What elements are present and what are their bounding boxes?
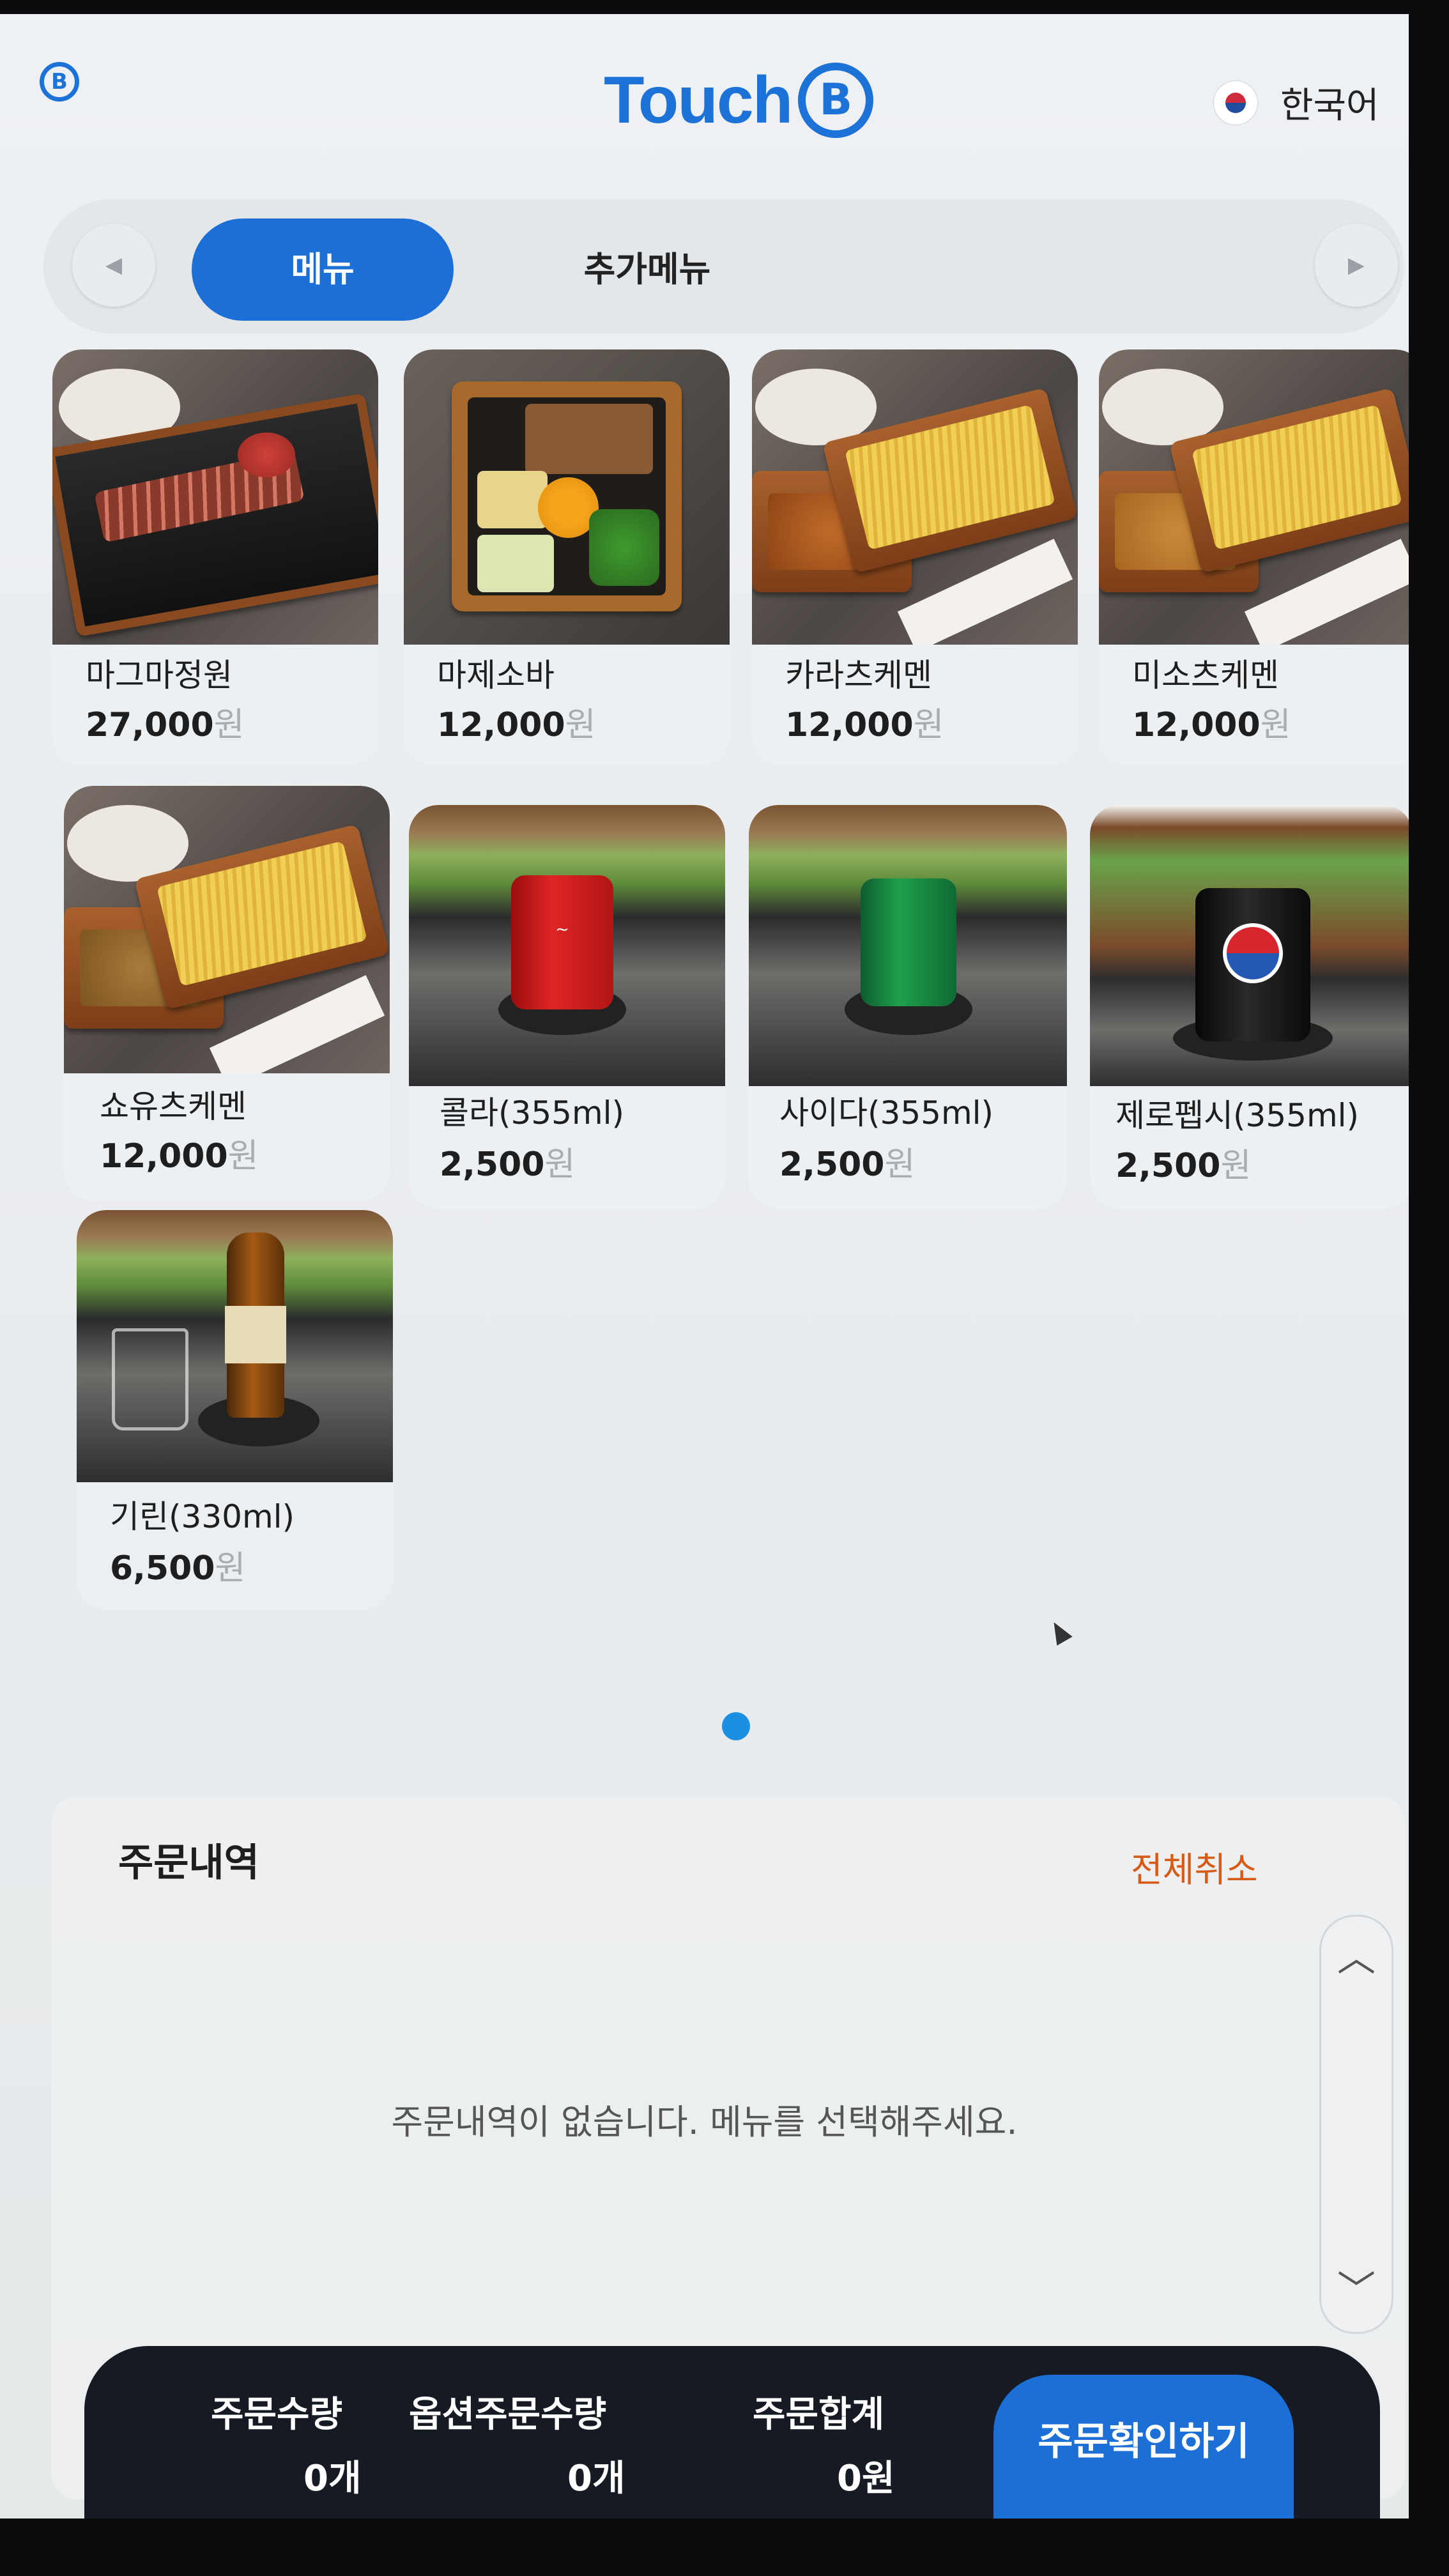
menu-item-image <box>77 1210 393 1482</box>
small-logo-icon[interactable]: B <box>40 62 79 102</box>
menu-item-image <box>404 349 730 645</box>
menu-item-price: 2,500원 <box>440 1146 576 1184</box>
menu-item-cola[interactable]: ~ 콜라(355ml) 2,500원 <box>409 805 725 1209</box>
menu-item-name: 카라츠케멘 <box>785 657 932 694</box>
tab-extra-menu[interactable]: 추가메뉴 <box>516 218 778 321</box>
language-label: 한국어 <box>1280 85 1379 126</box>
menu-item-image <box>752 349 1078 645</box>
menu-item-kirin[interactable]: 기린(330ml) 6,500원 <box>77 1210 393 1609</box>
menu-item-name: 기린(330ml) <box>110 1498 295 1535</box>
menu-item-name: 콜라(355ml) <box>440 1094 625 1131</box>
menu-item-image: ~ <box>409 805 725 1086</box>
menu-item-karatsukemen[interactable]: 카라츠케멘 12,000원 <box>752 349 1078 765</box>
menu-item-zero-pepsi[interactable]: 제로펩시(355ml) 2,500원 <box>1090 805 1409 1209</box>
brand-mark-icon: B <box>798 63 874 138</box>
tab-next-arrow-icon[interactable]: ▶ <box>1315 224 1398 307</box>
menu-item-price: 12,000원 <box>437 706 596 744</box>
menu-item-magma[interactable]: 마그마정원 27,000원 <box>52 349 378 765</box>
brand-logo: Touch B <box>604 59 874 142</box>
mouse-cursor-icon <box>1046 1618 1073 1646</box>
tab-menu[interactable]: 메뉴 <box>192 218 454 321</box>
quantity-label: 주문수량 <box>211 2394 343 2435</box>
confirm-order-button[interactable]: 주문확인하기 <box>993 2375 1294 2518</box>
menu-item-misotsukemen[interactable]: 미소츠케멘 12,000원 <box>1099 349 1409 765</box>
order-history-title: 주문내역 <box>118 1841 259 1885</box>
menu-item-image <box>1099 349 1409 645</box>
order-empty-message: 주문내역이 없습니다. 메뉴를 선택해주세요. <box>391 2102 1018 2142</box>
menu-item-name: 쇼유츠케멘 <box>100 1088 247 1125</box>
menu-item-price: 12,000원 <box>1132 706 1291 744</box>
menu-item-cider[interactable]: 사이다(355ml) 2,500원 <box>749 805 1067 1209</box>
clear-all-button[interactable]: 전체취소 <box>1131 1841 1258 1892</box>
menu-item-shoyutsukemen[interactable]: 쇼유츠케멘 12,000원 <box>64 786 390 1201</box>
menu-item-image <box>64 786 390 1073</box>
language-selector[interactable]: 한국어 <box>1214 77 1379 128</box>
category-tab-bar: ◀ 메뉴 추가메뉴 ▶ <box>43 199 1404 334</box>
kiosk-screen: B Touch B 한국어 ◀ 메뉴 추가메뉴 ▶ 마그마정원 27,000원 <box>0 14 1409 2518</box>
option-quantity-label: 옵션주문수량 <box>409 2394 607 2435</box>
menu-item-name: 미소츠케멘 <box>1132 657 1279 694</box>
menu-item-price: 2,500원 <box>779 1146 916 1184</box>
option-quantity-value: 0개 <box>567 2458 625 2499</box>
menu-item-price: 6,500원 <box>110 1549 246 1588</box>
menu-item-name: 사이다(355ml) <box>779 1094 994 1131</box>
scroll-down-icon[interactable]: ﹀ <box>1321 2255 1392 2326</box>
order-scroll-track[interactable]: ︿ ﹀ <box>1319 1915 1393 2334</box>
tab-prev-arrow-icon[interactable]: ◀ <box>72 224 155 307</box>
total-label: 주문합계 <box>753 2394 885 2435</box>
menu-item-price: 12,000원 <box>100 1137 259 1176</box>
korea-flag-icon <box>1214 80 1257 125</box>
brand-text: Touch <box>604 63 793 137</box>
menu-item-price: 12,000원 <box>785 706 944 744</box>
menu-item-image <box>1090 805 1409 1086</box>
page-indicator-dot[interactable] <box>722 1712 750 1740</box>
quantity-value: 0개 <box>303 2458 362 2499</box>
menu-item-price: 2,500원 <box>1116 1147 1252 1185</box>
menu-item-image <box>749 805 1067 1086</box>
menu-item-image <box>52 349 378 645</box>
scroll-up-icon[interactable]: ︿ <box>1321 1923 1392 1993</box>
total-value: 0원 <box>837 2458 895 2499</box>
menu-item-mazesoba[interactable]: 마제소바 12,000원 <box>404 349 730 765</box>
menu-item-name: 제로펩시(355ml) <box>1116 1097 1360 1134</box>
menu-item-name: 마그마정원 <box>86 657 233 694</box>
menu-item-name: 마제소바 <box>437 657 555 694</box>
menu-item-price: 27,000원 <box>86 706 245 744</box>
